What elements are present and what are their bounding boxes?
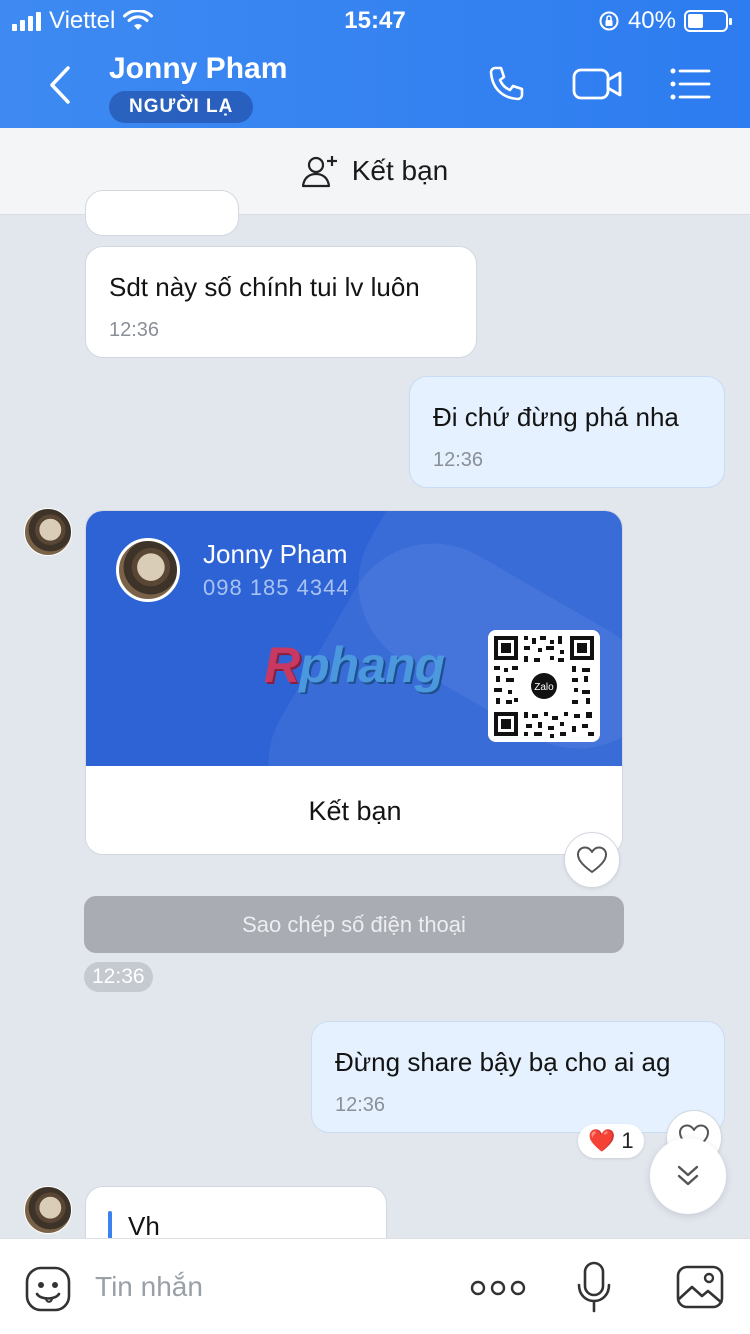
message-text: Đi chứ đừng phá nha — [433, 402, 679, 432]
menu-list-icon[interactable] — [668, 62, 712, 106]
svg-text:Zalo: Zalo — [534, 682, 554, 693]
reaction-count: 1 — [621, 1128, 634, 1153]
quote-indicator — [108, 1211, 112, 1241]
qr-code-icon[interactable]: Zalo — [488, 630, 600, 742]
microphone-icon[interactable] — [576, 1261, 612, 1313]
message-bubble-outgoing[interactable]: Đừng share bậy bạ cho ai ag 12:36 — [311, 1021, 725, 1133]
rotation-lock-icon — [599, 11, 619, 31]
contact-title[interactable]: Jonny Pham — [109, 52, 287, 86]
contact-card-header: Jonny Pham 098 185 4344 Rphang Zalo — [86, 511, 622, 766]
heart-outline-icon — [577, 846, 607, 873]
message-time: 12:36 — [109, 319, 160, 341]
sender-avatar[interactable] — [24, 508, 72, 556]
add-friend-label: Kết bạn — [351, 155, 449, 186]
like-button[interactable] — [564, 832, 620, 888]
message-time: 12:36 — [335, 1094, 386, 1116]
chat-header: Viettel 15:47 40% Jonny Pham NGƯỜI LẠ — [0, 0, 750, 128]
message-bubble-outgoing[interactable]: Đi chứ đừng phá nha 12:36 — [409, 376, 725, 488]
contact-card-avatar — [116, 538, 180, 602]
add-user-icon — [301, 156, 337, 188]
watermark-logo: Rphang — [264, 637, 445, 693]
battery-group: 40% — [598, 7, 732, 35]
back-icon[interactable] — [40, 60, 80, 110]
contact-card-phone: 098 185 4344 — [203, 575, 350, 600]
sender-avatar[interactable] — [24, 1186, 72, 1234]
card-add-friend-button[interactable]: Kết bạn — [86, 766, 622, 854]
video-call-icon[interactable] — [572, 62, 624, 106]
image-icon[interactable] — [676, 1265, 724, 1309]
message-time-chip: 12:36 — [84, 962, 153, 992]
battery-icon — [684, 10, 732, 32]
heart-reaction-icon: ❤️ — [588, 1128, 616, 1153]
message-time: 12:36 — [433, 449, 484, 471]
message-text: Sdt này số chính tui lv luôn — [109, 272, 420, 302]
status-bar: Viettel 15:47 40% — [0, 0, 750, 40]
contact-card-name: Jonny Pham — [203, 539, 348, 569]
message-text: Đừng share bậy bạ cho ai ag — [335, 1047, 671, 1077]
contact-card[interactable]: Jonny Pham 098 185 4344 Rphang Zalo Kết … — [85, 510, 623, 855]
sticker-icon[interactable] — [24, 1265, 72, 1313]
message-input[interactable]: Tin nhắn — [95, 1271, 203, 1303]
double-chevron-down-icon — [677, 1165, 699, 1186]
scroll-to-bottom-button[interactable] — [650, 1138, 726, 1214]
message-composer: Tin nhắn — [0, 1238, 750, 1334]
reaction-badge[interactable]: ❤️ 1 — [578, 1124, 644, 1158]
phone-icon[interactable] — [483, 62, 527, 106]
message-bubble-partial[interactable] — [85, 190, 239, 236]
message-bubble-incoming[interactable]: Sdt này số chính tui lv luôn 12:36 — [85, 246, 477, 358]
copy-phone-button[interactable]: Sao chép số điện thoại — [84, 896, 624, 953]
battery-percent: 40% — [627, 7, 676, 34]
more-icon[interactable] — [470, 1275, 526, 1301]
stranger-badge: NGƯỜI LẠ — [109, 91, 254, 123]
